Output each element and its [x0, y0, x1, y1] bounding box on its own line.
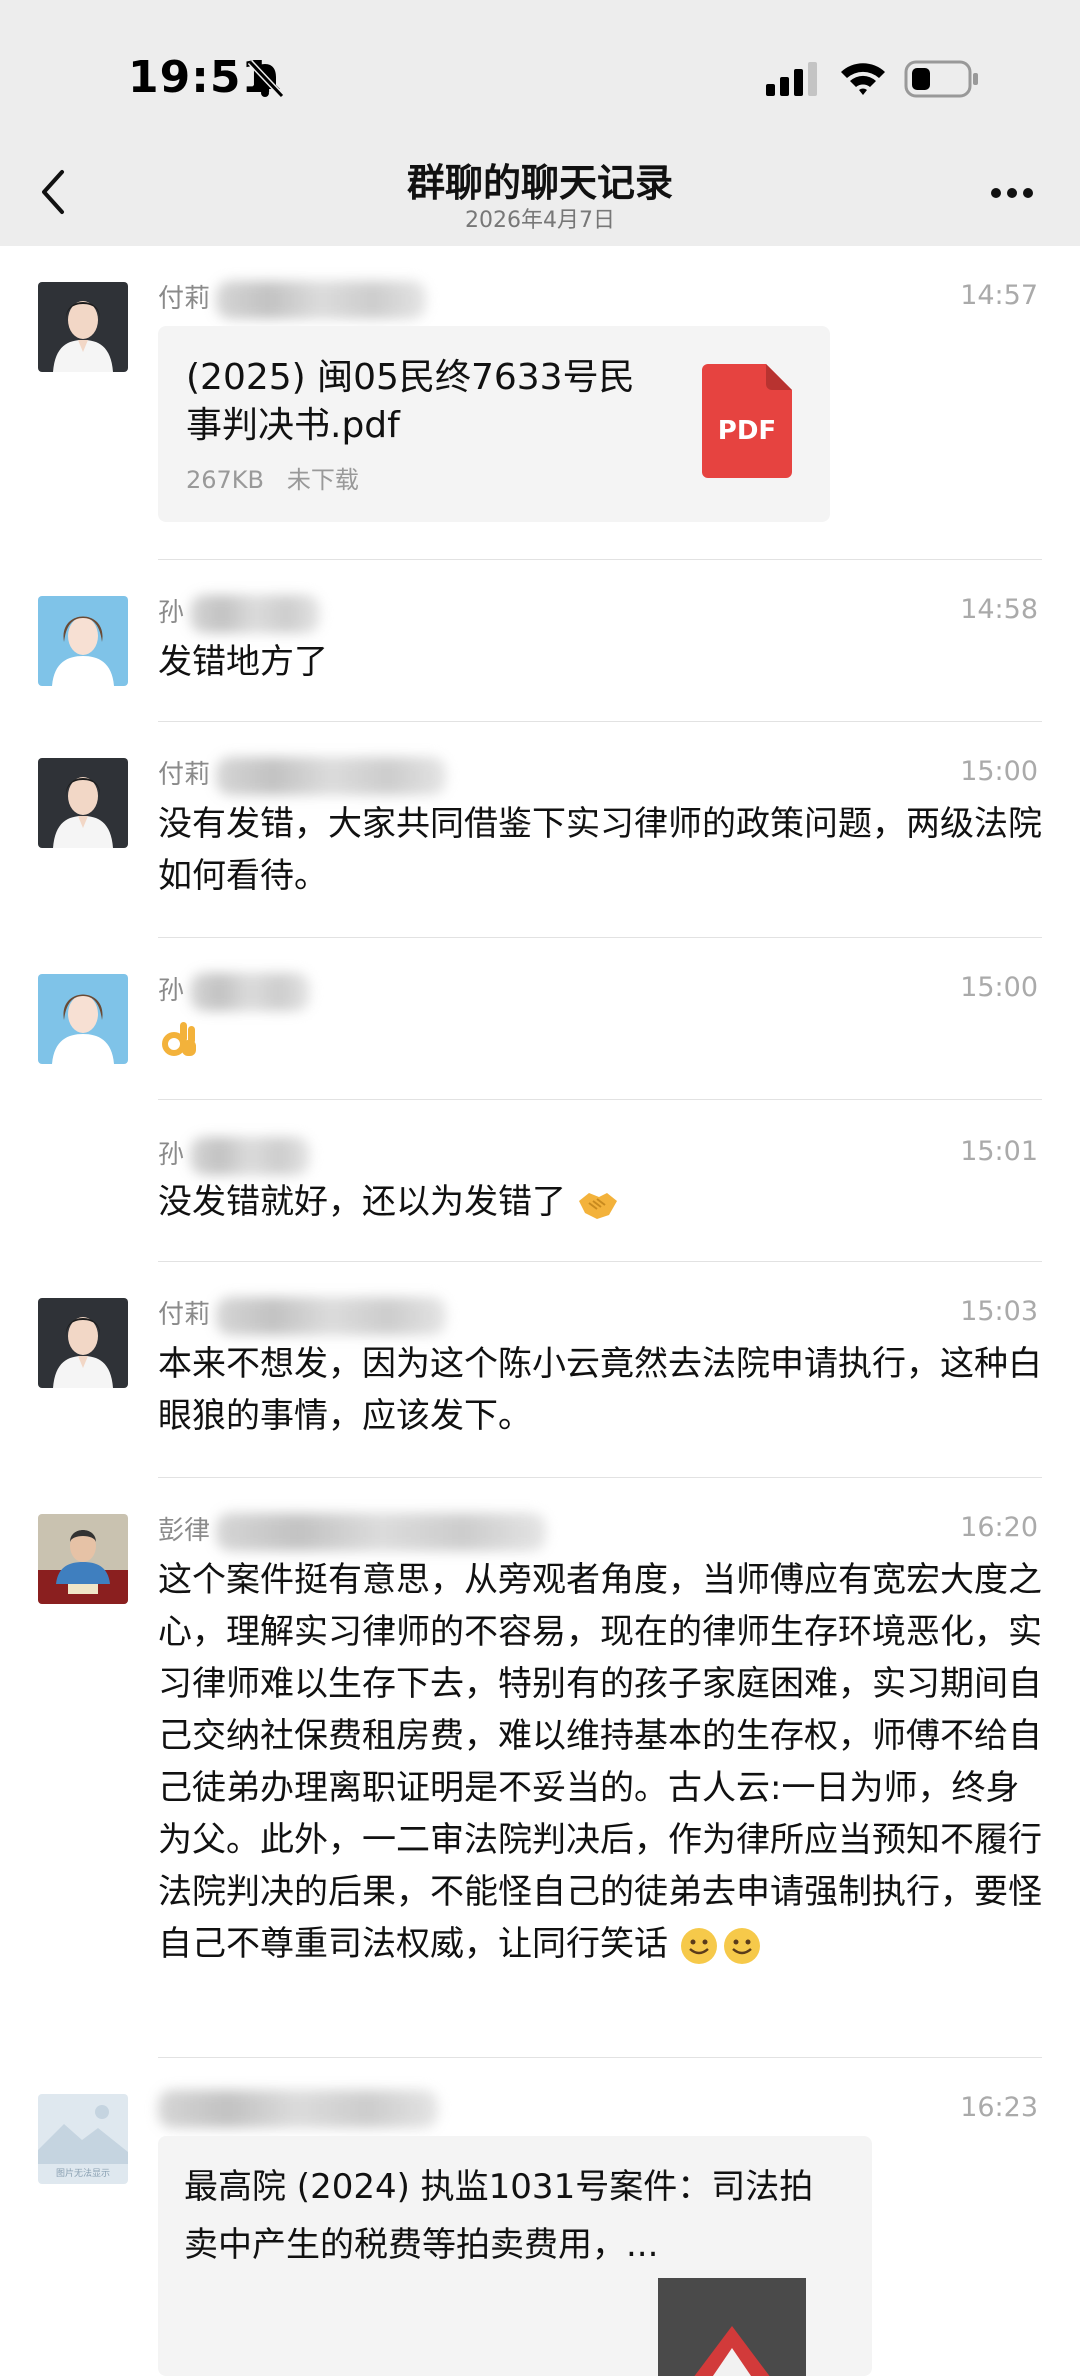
- message-time: 15:01: [960, 1136, 1038, 1167]
- sender-name: 付莉: [158, 278, 427, 319]
- chat-message: 付莉 15:03 本来不想发，因为这个陈小云竟然去法院申请执行，这种白眼狼的事情…: [0, 1262, 1080, 1478]
- chat-message: 图片无法显示 16:23 最高院 (2024) 执监1031号案件：司法拍卖中产…: [0, 2058, 1080, 2376]
- chat-message: 付莉 14:57 (2025) 闽05民终7633号民事判决书.pdf 267K…: [0, 246, 1080, 560]
- page-title: 群聊的聊天记录: [406, 161, 673, 205]
- sender-name: 孙: [158, 592, 321, 633]
- avatar[interactable]: [38, 1298, 128, 1388]
- chat-message: 彭律 16:20 这个案件挺有意思，从旁观者角度，当师傅应有宽宏大度之心，理解实…: [0, 1478, 1080, 2058]
- cellular-signal-icon: [766, 62, 817, 96]
- file-size: 267KB: [186, 466, 265, 494]
- message-time: 14:58: [960, 594, 1038, 625]
- file-meta: 267KB 未下载: [186, 460, 359, 495]
- more-dots-icon[interactable]: [990, 186, 1034, 200]
- chat-message: 孙 14:58 发错地方了: [0, 560, 1080, 722]
- handshake-emoji: [578, 1192, 617, 1219]
- file-status: 未下载: [286, 466, 359, 494]
- avatar-caption: 图片无法显示: [55, 2169, 110, 2179]
- bell-muted-icon: [247, 59, 285, 99]
- message-time: 16:20: [960, 1512, 1038, 1543]
- message-time: 16:23: [960, 2092, 1038, 2123]
- sender-name: 孙: [158, 1134, 311, 1175]
- top-bar: 19:51 群聊的聊天记录 2026年4月7日: [0, 0, 1080, 246]
- chat-message: 孙 15:01 没发错就好，还以为发错了: [0, 1100, 1080, 1262]
- message-text: 这个案件挺有意思，从旁观者角度，当师傅应有宽宏大度之心，理解实习律师的不容易，现…: [158, 1560, 1042, 1964]
- avatar[interactable]: [38, 282, 128, 372]
- message-time: 14:57: [960, 280, 1038, 311]
- link-card[interactable]: 最高院 (2024) 执监1031号案件：司法拍卖中产生的税费等拍卖费用，...: [158, 2136, 872, 2376]
- link-title: 最高院 (2024) 执监1031号案件：司法拍卖中产生的税费等拍卖费用，...: [184, 2167, 814, 2265]
- sender-name: 付莉: [158, 754, 447, 795]
- battery-low-icon: [904, 60, 978, 98]
- image-placeholder-avatar[interactable]: 图片无法显示: [38, 2094, 128, 2184]
- file-card[interactable]: (2025) 闽05民终7633号民事判决书.pdf 267KB 未下载 PDF: [158, 326, 830, 522]
- pdf-label: PDF: [717, 416, 777, 446]
- sender-name: 彭律: [158, 1510, 547, 1551]
- message-text: 没发错就好，还以为发错了: [158, 1176, 1042, 1228]
- sender-name: 付莉: [158, 1294, 447, 1335]
- ok-hand-emoji: [162, 1022, 196, 1056]
- avatar[interactable]: [38, 596, 128, 686]
- link-thumbnail: [658, 2278, 806, 2376]
- chat-message: 付莉 15:00 没有发错，大家共同借鉴下实习律师的政策问题，两级法院如何看待。: [0, 722, 1080, 938]
- message-text: 没有发错，大家共同借鉴下实习律师的政策问题，两级法院如何看待。: [158, 804, 1042, 896]
- message-time: 15:00: [960, 972, 1038, 1003]
- message-text: 本来不想发，因为这个陈小云竟然去法院申请执行，这种白眼狼的事情，应该发下。: [158, 1344, 1042, 1436]
- message-text: 发错地方了: [158, 642, 328, 682]
- sender-name: [158, 2090, 438, 2128]
- page-subtitle-date: 2026年4月7日: [465, 208, 615, 233]
- smiling-face-emoji: [680, 1927, 760, 1964]
- message-time: 15:00: [960, 756, 1038, 787]
- chat-message: 孙 15:00: [0, 938, 1080, 1100]
- wifi-icon: [841, 63, 885, 95]
- file-name: (2025) 闽05民终7633号民事判决书.pdf: [186, 357, 635, 446]
- pdf-file-icon: PDF: [702, 364, 792, 478]
- sender-name: 孙: [158, 970, 311, 1011]
- avatar[interactable]: [38, 758, 128, 848]
- message-time: 15:03: [960, 1296, 1038, 1327]
- avatar[interactable]: [38, 1514, 128, 1604]
- avatar[interactable]: [38, 974, 128, 1064]
